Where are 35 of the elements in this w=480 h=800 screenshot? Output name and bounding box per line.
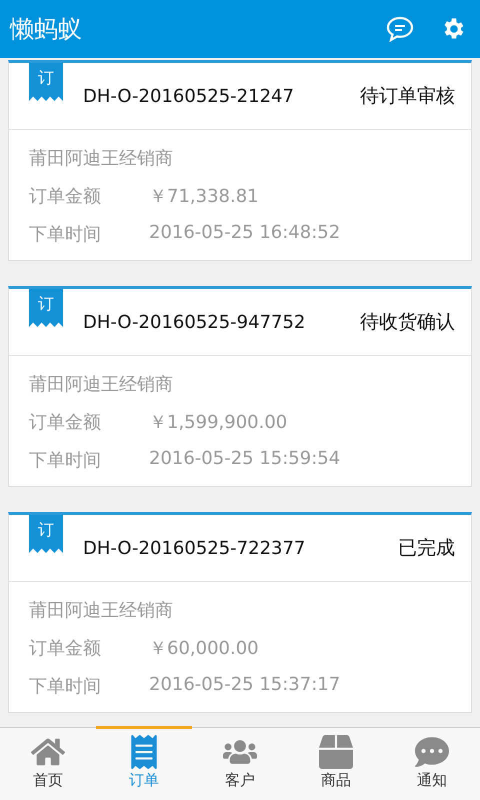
amount-value: ￥1,599,900.00 xyxy=(149,411,288,434)
order-status: 已完成 xyxy=(398,536,455,561)
order-number: DH-O-20160525-21247 xyxy=(83,86,295,106)
amount-label: 订单金额 xyxy=(29,411,102,434)
box-icon xyxy=(319,735,353,769)
chat-icon xyxy=(415,735,449,769)
amount-value: ￥60,000.00 xyxy=(149,637,259,660)
amount-label: 订单金额 xyxy=(29,637,102,660)
order-badge: 订 xyxy=(29,289,63,327)
nav-tab[interactable]: 商品 xyxy=(288,726,384,800)
message-icon[interactable] xyxy=(386,16,414,42)
app-title: 懒蚂蚁 xyxy=(10,14,83,45)
nav-tab[interactable]: 客户 xyxy=(192,726,288,800)
dealer-name: 莆田阿迪王经销商 xyxy=(29,373,173,396)
time-label: 下单时间 xyxy=(29,675,102,698)
order-status: 待订单审核 xyxy=(360,84,455,109)
time-value: 2016-05-25 16:48:52 xyxy=(149,222,340,245)
time-value: 2016-05-25 15:59:54 xyxy=(149,448,340,471)
order-number: DH-O-20160525-722377 xyxy=(83,538,306,558)
order-number: DH-O-20160525-947752 xyxy=(83,312,306,332)
time-value: 2016-05-25 15:37:17 xyxy=(149,674,340,697)
order-status: 待收货确认 xyxy=(360,310,455,335)
order-card[interactable]: 订 DH-O-20160525-947752 待收货确认 莆田阿迪王经销商 订单金额 ￥1,599,900.00 下单时间 2016-05-25 15:59:54 xyxy=(8,286,472,487)
order-card[interactable]: 订 DH-O-20160525-21247 待订单审核 莆田阿迪王经销商 订单金额 ￥71,338.81 下单时间 2016-05-25 16:48:52 xyxy=(8,60,472,261)
dealer-name: 莆田阿迪王经销商 xyxy=(29,147,173,170)
order-badge: 订 xyxy=(29,515,63,553)
amount-label: 订单金额 xyxy=(29,185,102,208)
time-label: 下单时间 xyxy=(29,449,102,472)
amount-value: ￥71,338.81 xyxy=(149,185,259,208)
nav-tab[interactable]: 首页 xyxy=(0,726,96,800)
time-label: 下单时间 xyxy=(29,223,102,246)
order-card[interactable]: 订 DH-O-20160525-722377 已完成 莆田阿迪王经销商 订单金额 ￥60,000.00 下单时间 2016-05-25 15:37:17 xyxy=(8,512,472,713)
dealer-name: 莆田阿迪王经销商 xyxy=(29,599,173,622)
nav-tab[interactable]: 通知 xyxy=(384,726,480,800)
order-badge: 订 xyxy=(29,63,63,101)
